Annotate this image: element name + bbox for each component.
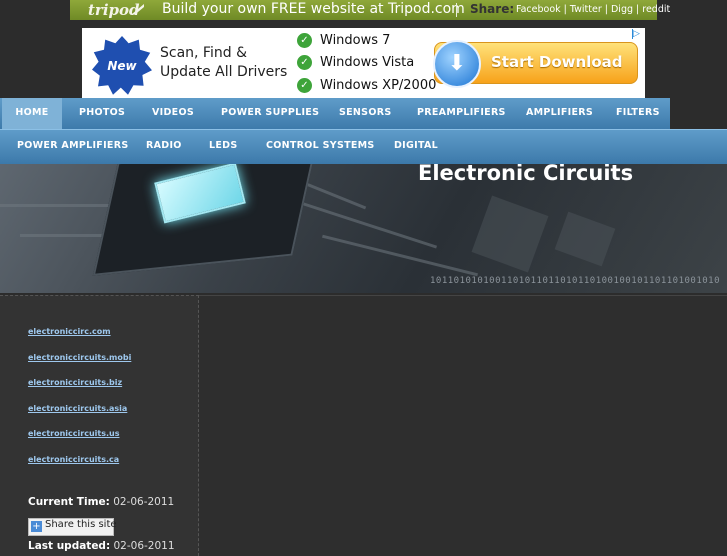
sidebar-link-electroniccirc-com[interactable]: electroniccirc.com <box>28 327 111 336</box>
share-site-label: Share this site <box>45 519 117 530</box>
driver-ad-banner[interactable]: New Scan, Find & Update All Drivers ✓ Win… <box>82 28 645 98</box>
nav-sensors[interactable]: SENSORS <box>339 98 391 130</box>
sidebar-link-electroniccircuits-asia[interactable]: electroniccircuits.asia <box>28 404 127 413</box>
current-time-label: Current Time: <box>28 496 110 508</box>
last-updated-label: Last updated: <box>28 540 111 552</box>
start-download-label: Start Download <box>491 53 623 71</box>
nav-amplifiers[interactable]: AMPLIFIERS <box>526 98 593 130</box>
share-facebook-link[interactable]: Facebook <box>516 4 561 15</box>
main-nav: HOME PHOTOS VIDEOS POWER SUPPLIES SENSOR… <box>0 98 670 130</box>
main-content <box>199 295 727 556</box>
ad-bullet-text: Windows Vista <box>320 55 415 70</box>
plus-icon: + <box>31 521 42 532</box>
circuit-trace <box>302 202 438 249</box>
checkmark-icon: ✓ <box>297 55 312 70</box>
tripod-bar: tripod Build your own FREE website at Tr… <box>70 0 670 20</box>
tripod-logo[interactable]: tripod <box>88 1 140 19</box>
nav-leds[interactable]: LEDS <box>209 130 237 164</box>
component <box>471 195 549 273</box>
share-label: Share: <box>470 2 515 16</box>
sidebar-link-electroniccircuits-us[interactable]: electroniccircuits.us <box>28 429 119 438</box>
sidebar-link-electroniccircuits-biz[interactable]: electroniccircuits.biz <box>28 378 122 387</box>
site-title: Electronic Circuits <box>418 164 634 185</box>
divider <box>456 3 457 17</box>
share-links: Facebook | Twitter | Digg | reddit <box>516 4 671 15</box>
nav-digital[interactable]: DIGITAL <box>394 130 438 164</box>
ad-bullet: ✓ Windows Vista <box>297 55 414 70</box>
sidebar-link-electroniccircuits-mobi[interactable]: electroniccircuits.mobi <box>28 353 131 362</box>
current-time: Current Time: 02-06-2011 <box>28 496 174 508</box>
share-site-button[interactable]: + Share this site <box>28 518 117 536</box>
current-time-value: 02-06-2011 <box>113 496 175 508</box>
start-download-button[interactable]: ⬇ Start Download <box>433 40 638 88</box>
ad-bullet: ✓ Windows 7 <box>297 33 390 48</box>
nav-radio[interactable]: RADIO <box>146 130 182 164</box>
sidebar: electroniccirc.com electroniccircuits.mo… <box>0 295 199 556</box>
nav-preamplifiers[interactable]: PREAMPLIFIERS <box>417 98 506 130</box>
ad-bullet-text: Windows XP/2000 <box>320 78 437 93</box>
nav-filters[interactable]: FILTERS <box>616 98 660 130</box>
ad-headline: Scan, Find & Update All Drivers <box>160 45 288 80</box>
circuit-trace <box>20 234 110 237</box>
circuit-trace <box>322 234 478 277</box>
checkmark-icon: ✓ <box>297 33 312 48</box>
last-updated-value: 02-06-2011 <box>113 540 175 552</box>
secondary-nav: POWER AMPLIFIERS RADIO LEDS CONTROL SYST… <box>0 129 727 164</box>
checkmark-icon: ✓ <box>297 78 312 93</box>
nav-power-amplifiers[interactable]: POWER AMPLIFIERS <box>17 130 128 164</box>
circuit-trace <box>0 204 110 207</box>
component <box>554 211 616 267</box>
share-reddit-link[interactable]: reddit <box>642 4 670 15</box>
nav-power-supplies[interactable]: POWER SUPPLIES <box>221 98 319 130</box>
ad-bullet: ✓ Windows XP/2000 <box>297 78 436 93</box>
binary-text: 1011010101001101011011010110100100101101… <box>430 276 721 286</box>
download-arrow-icon: ⬇ <box>433 40 481 88</box>
sidebar-link-electroniccircuits-ca[interactable]: electroniccircuits.ca <box>28 455 119 464</box>
share-twitter-link[interactable]: Twitter <box>570 4 602 15</box>
nav-videos[interactable]: VIDEOS <box>152 98 194 130</box>
ad-choices-icon[interactable]: ▷ <box>632 29 643 39</box>
header-banner: Electronic Circuits 10110101010011010110… <box>0 164 727 293</box>
tripod-tagline-link[interactable]: Build your own FREE website at Tripod.co… <box>162 1 465 17</box>
last-updated: Last updated: 02-06-2011 <box>28 540 175 552</box>
share-digg-link[interactable]: Digg <box>611 4 633 15</box>
new-badge-icon: New <box>92 36 152 95</box>
nav-home[interactable]: HOME <box>2 98 62 130</box>
nav-photos[interactable]: PHOTOS <box>79 98 125 130</box>
ad-bullet-text: Windows 7 <box>320 33 391 48</box>
nav-control-systems[interactable]: CONTROL SYSTEMS <box>266 130 375 164</box>
